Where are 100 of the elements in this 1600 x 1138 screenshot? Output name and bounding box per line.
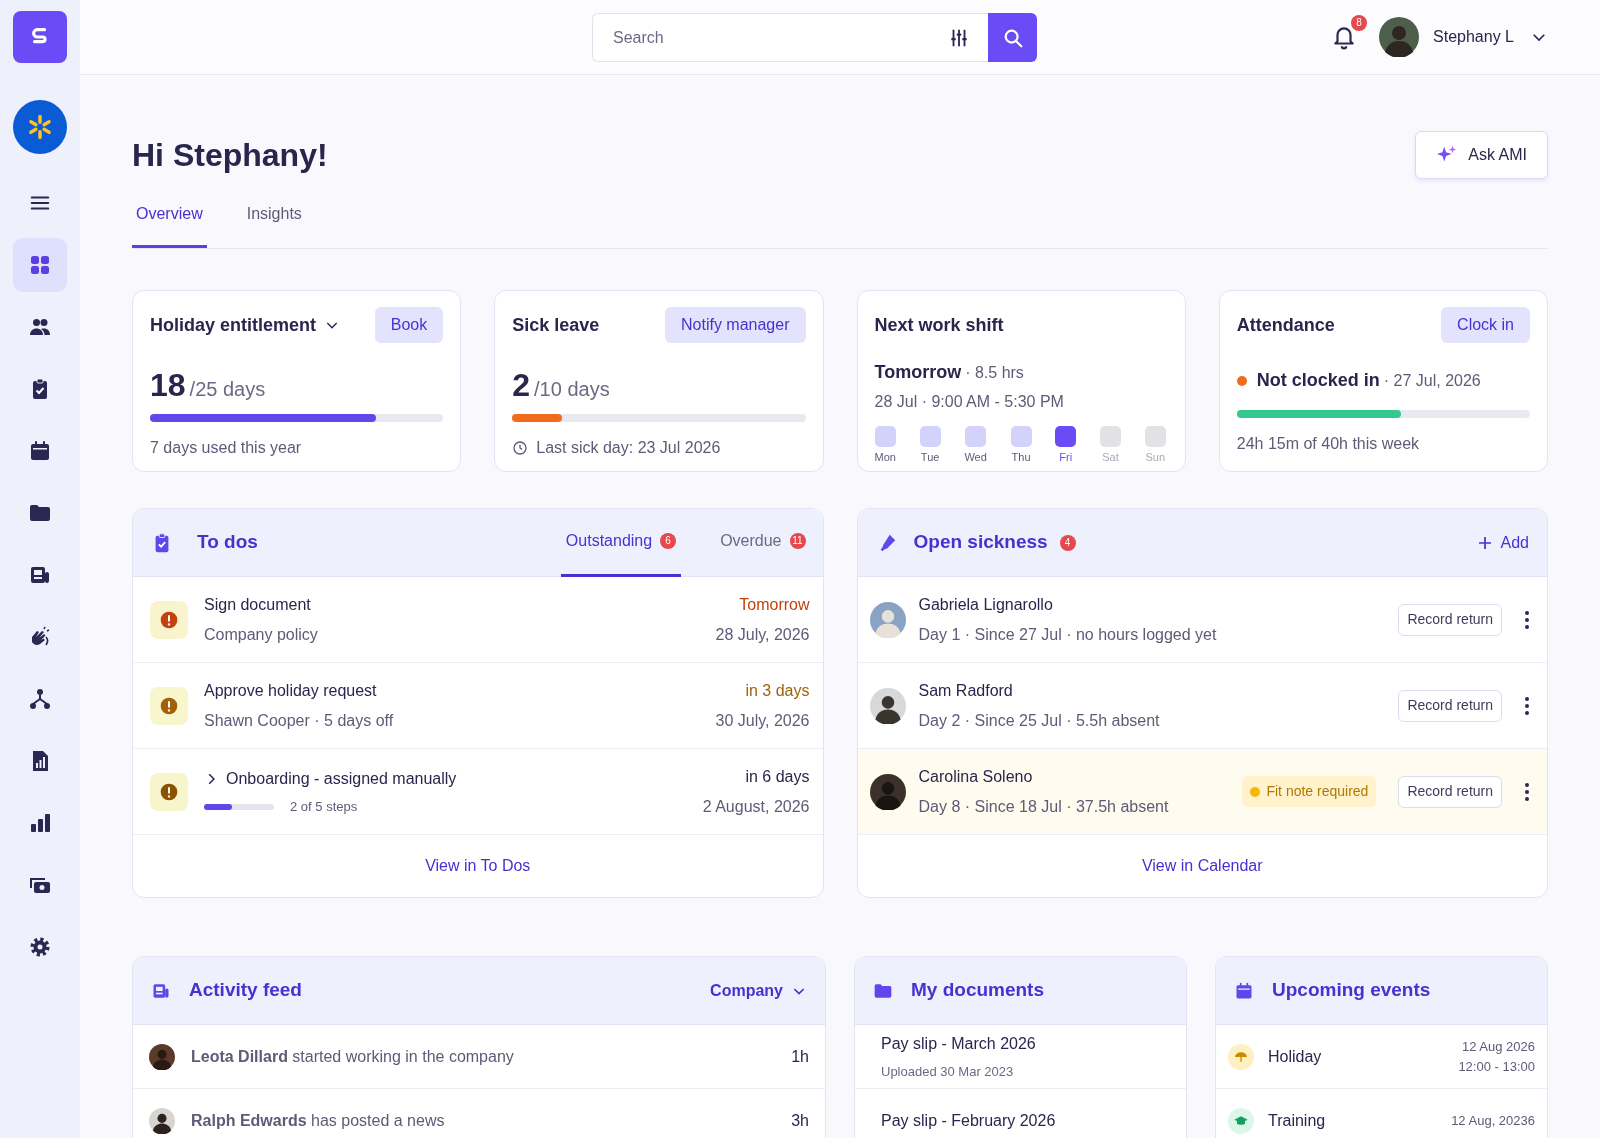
calendar-icon (28, 439, 52, 463)
card-title: Attendance (1236, 313, 1335, 337)
card-title: Holiday entitlement (150, 313, 317, 337)
card-title: Open sickness (913, 530, 1048, 555)
record-return-button[interactable]: Record return (1398, 775, 1502, 808)
more-icon (1524, 696, 1530, 717)
shift-hours: · 8.5 hrs (965, 363, 1024, 383)
avatar (869, 687, 906, 724)
activity-time: 1h (791, 1046, 809, 1067)
status-dot (1236, 376, 1247, 386)
person-name: Sam Radford (918, 680, 1014, 701)
search-field[interactable]: Search (592, 13, 988, 62)
card-title: Next work shift (874, 313, 1004, 337)
tab[interactable]: Outstanding 6 (560, 508, 682, 577)
notification-count: 8 (1351, 15, 1368, 31)
day-label: Tue (920, 450, 940, 465)
tab[interactable]: Overview (132, 189, 207, 248)
avatar (149, 1043, 175, 1070)
due-label: in 3 days (745, 680, 810, 701)
task-subtitle: Company policy (204, 624, 318, 645)
more-icon (1524, 782, 1530, 803)
due-date: 28 July, 2026 (715, 624, 810, 645)
card-title: To dos (197, 530, 258, 555)
card-title: Sick leave (512, 313, 600, 337)
person-name: Carolina Soleno (918, 766, 1034, 787)
task-subtitle: Shawn Cooper · 5 days off (204, 710, 394, 731)
task-title: Approve holiday request (204, 680, 378, 701)
days-value: 2 (512, 369, 531, 401)
exclamation-icon (159, 695, 179, 716)
hours-note: 24h 15m of 40h this week (1236, 434, 1421, 454)
avatar (869, 601, 906, 638)
document-title: Pay slip - March 2026 (881, 1033, 1037, 1054)
exclamation-icon (159, 781, 179, 802)
usage-note: Last sick day: 23 Jul 2026 (536, 438, 721, 458)
clock-status: Not clocked in (1256, 369, 1380, 392)
more-icon (1524, 610, 1530, 631)
task-title: Onboarding - assigned manually (226, 768, 457, 789)
clock-date: · 27 Jul, 2026 (1383, 371, 1481, 391)
add-button[interactable]: Add (1476, 530, 1529, 555)
ask-ami-button[interactable]: Ask AMI (1415, 131, 1548, 179)
days-value: 18 (150, 369, 186, 401)
shift-day: Tomorrow (874, 359, 962, 386)
days-total: /25 days (189, 377, 266, 402)
bar-chart-icon (28, 811, 52, 835)
company-logo[interactable] (13, 100, 67, 154)
action-button[interactable]: Notify manager (665, 307, 806, 343)
search-input[interactable]: Search (611, 14, 948, 61)
exclamation-icon (159, 609, 179, 630)
action-button[interactable]: Book (374, 307, 444, 343)
task-title: Sign document (204, 594, 312, 615)
tab[interactable]: Overdue 11 (715, 508, 811, 577)
card-title: Activity feed (189, 978, 302, 1003)
shift-time: 28 Jul · 9:00 AM - 5:30 PM (874, 392, 1065, 412)
user-name[interactable]: Stephany L (1433, 25, 1514, 49)
due-date: 2 August, 2026 (702, 796, 810, 817)
due-label: Tomorrow (739, 594, 810, 615)
calendar-icon (1234, 980, 1254, 1001)
card-title: Upcoming events (1272, 978, 1431, 1003)
org-chart-icon (28, 687, 52, 711)
count-badge: 4 (1059, 534, 1076, 551)
action-button[interactable]: Clock in (1441, 307, 1530, 343)
grid-nav-button[interactable] (13, 238, 67, 292)
grid-icon (28, 253, 52, 277)
days-total: /10 days (534, 377, 610, 402)
fit-note-badge: Fit note required (1242, 776, 1377, 807)
event-date: 12 Aug, 20236 (1451, 1111, 1535, 1130)
day-label: Mon (874, 450, 896, 465)
event-label: Training (1268, 1110, 1326, 1131)
activity-time: 3h (791, 1110, 809, 1131)
card-title: My documents (911, 978, 1045, 1003)
absence-detail: Day 8 · Since 18 Jul · 37.5h absent (918, 796, 1169, 817)
view-link[interactable]: View in Calendar (1141, 854, 1263, 878)
user-avatar (1379, 17, 1420, 57)
count-badge: 6 (660, 533, 677, 549)
document-title: Pay slip - February 2026 (881, 1110, 1057, 1131)
due-date: 30 July, 2026 (715, 710, 810, 731)
event-time: 12:00 - 13:00 (1458, 1057, 1535, 1076)
search-button[interactable] (988, 13, 1037, 62)
settings-icon (28, 935, 52, 959)
tab[interactable]: Insights (242, 189, 306, 248)
day-label: Sat (1102, 450, 1119, 465)
document-date: Uploaded 30 Mar 2023 (881, 1062, 1015, 1081)
record-return-button[interactable]: Record return (1398, 689, 1502, 722)
absence-detail: Day 1 · Since 27 Jul · no hours logged yet (918, 624, 1217, 645)
day-label: Wed (964, 450, 987, 465)
record-return-button[interactable]: Record return (1398, 603, 1502, 636)
event-label: Holiday (1268, 1046, 1322, 1067)
view-link[interactable]: View in To Dos (425, 854, 531, 878)
day-label: Fri (1059, 450, 1073, 465)
day-label: Thu (1011, 450, 1031, 465)
page-title: Hi Stephany! (132, 135, 328, 175)
clock-icon (512, 440, 529, 456)
activity-text: Ralph Edwards has posted a news (191, 1110, 445, 1131)
app-logo[interactable] (13, 11, 67, 63)
task-steps: 2 of 5 steps (290, 796, 358, 817)
usage-note: 7 days used this year (150, 438, 302, 458)
due-label: in 6 days (745, 766, 810, 787)
count-badge: 11 (789, 533, 806, 549)
filter-dropdown[interactable]: Company (710, 978, 807, 1003)
absence-detail: Day 2 · Since 25 Jul · 5.5h absent (918, 710, 1160, 731)
